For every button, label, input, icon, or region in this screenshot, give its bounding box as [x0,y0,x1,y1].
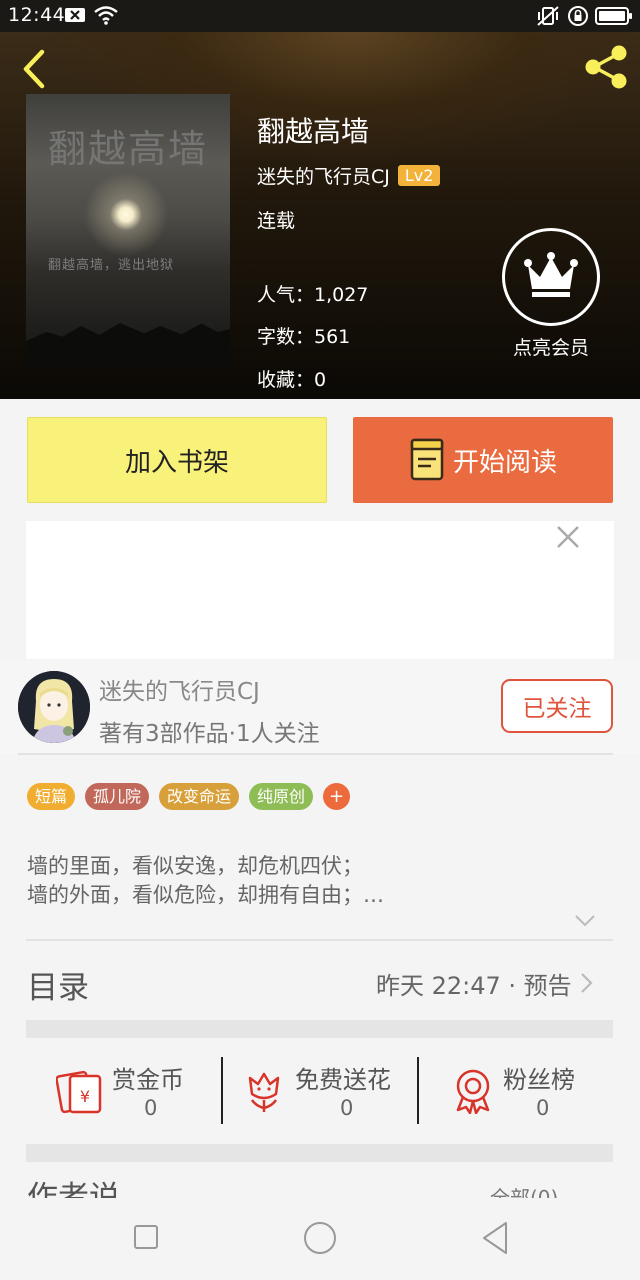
hero-author-name[interactable]: 迷失的飞行员CJ [257,166,390,188]
author-says-more[interactable]: 全部(0) [490,1184,590,1198]
cover-title: 翻越高墙 [47,127,208,171]
free-flowers-label: 免费送花 [295,1066,391,1094]
fan-ranking-button[interactable]: 粉丝榜 0 [452,1058,592,1124]
vip-label[interactable]: 点亮会员 [490,333,612,360]
stat-divider [221,1057,223,1124]
hero-author-row[interactable]: 迷失的飞行员CJ Lv2 [257,162,441,190]
tag-chip[interactable]: 短篇 [27,783,76,810]
recent-apps-icon[interactable] [133,1224,159,1250]
add-tag-button[interactable]: + [323,783,351,810]
red-envelope-icon: ¥ [56,1070,102,1114]
vibrate-icon [537,6,559,26]
reward-coins-button[interactable]: ¥ 赏金币 0 [56,1058,206,1124]
battery-icon [595,7,632,25]
free-flowers-value: 0 [340,1096,354,1120]
tag-chip[interactable]: 改变命运 [159,783,240,810]
status-bar: 12:44 [0,0,640,32]
cover-subtitle: 翻越高墙，逃出地狱 [48,258,175,273]
vip-button[interactable] [502,228,600,326]
author-name[interactable]: 迷失的飞行员CJ [99,672,260,706]
back-nav-icon[interactable] [480,1220,510,1256]
close-icon[interactable] [555,524,581,550]
divider [18,753,613,755]
reward-coins-label: 赏金币 [112,1066,184,1094]
add-to-shelf-label: 加入书架 [124,447,229,478]
book-cover[interactable]: 翻越高墙 翻越高墙，逃出地狱 [26,94,230,368]
catalog-title[interactable]: 目录 [27,962,89,1007]
add-to-shelf-button[interactable]: 加入书架 [27,417,327,503]
notification-icon [65,8,85,22]
free-flowers-button[interactable]: 免费送花 0 [244,1058,404,1124]
system-nav-bar [0,1198,640,1280]
rotation-lock-icon [568,6,588,26]
fan-ranking-label: 粉丝榜 [503,1066,575,1094]
book-icon [410,438,444,481]
wifi-icon [94,6,118,25]
section-separator [26,1020,613,1038]
crown-icon [524,252,578,297]
medal-icon [456,1069,490,1114]
cover-hills [26,323,230,368]
tag-list: 短篇 孤儿院 改变命运 纯原创 + [27,783,351,810]
tag-chip[interactable]: 纯原创 [249,783,314,810]
favorites-count: 收藏：0 [257,369,327,391]
chevron-right-icon[interactable] [580,972,594,994]
follow-button[interactable]: 已关注 [501,679,613,733]
popularity-count: 人气：1,027 [257,284,369,306]
section-separator [26,1144,613,1162]
fan-ranking-value: 0 [536,1096,550,1120]
start-reading-label: 开始阅读 [452,447,557,478]
author-says-title: 作者说 [27,1180,120,1198]
stat-divider [417,1057,419,1124]
description-line-1[interactable]: 墙的里面，看似安逸，却危机四伏； [27,850,363,880]
author-meta: 著有3部作品·1人关注 [99,721,320,747]
avatar-illustration [18,671,90,743]
chevron-down-icon[interactable] [574,914,596,928]
catalog-update-time[interactable]: 昨天 22:47 · 预告 [376,966,572,1001]
ad-banner[interactable] [26,521,614,659]
tag-chip[interactable]: 孤儿院 [85,783,150,810]
flower-icon [248,1072,280,1112]
home-icon[interactable] [303,1221,337,1255]
description-line-2[interactable]: 墙的外面，看似危险，却拥有自由；… [27,879,384,909]
status-time: 12:44 [8,4,66,26]
reward-coins-value: 0 [144,1096,158,1120]
svg-text:¥: ¥ [80,1087,90,1106]
level-badge: Lv2 [397,165,441,186]
back-arrow-icon[interactable] [18,48,50,90]
divider [26,939,613,941]
book-title: 翻越高墙 [257,115,370,148]
follow-label: 已关注 [522,696,592,722]
share-icon[interactable] [582,44,630,90]
word-count: 字数：561 [257,326,351,348]
start-reading-button[interactable]: 开始阅读 [353,417,613,503]
avatar[interactable] [18,671,90,743]
serial-status: 连载 [257,210,296,232]
